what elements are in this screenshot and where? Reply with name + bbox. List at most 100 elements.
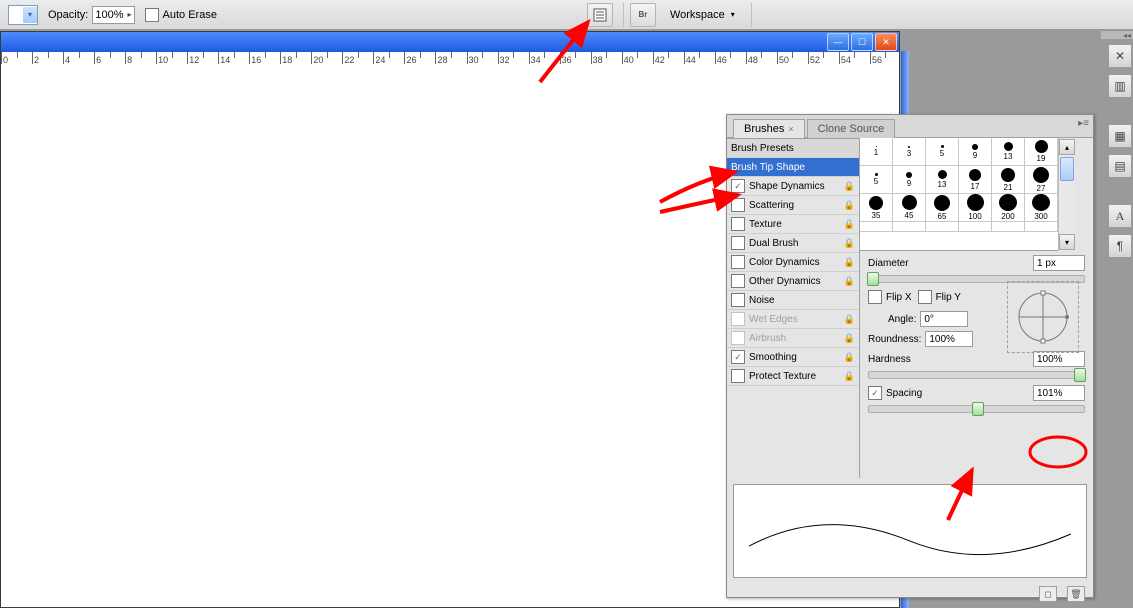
option-shape-dynamics[interactable]: ✓Shape Dynamics🔒 [727,177,859,196]
checkbox[interactable]: ✓ [731,350,745,364]
roundness-input[interactable]: 100% [925,331,973,347]
checkbox[interactable] [731,217,745,231]
flip-y-checkbox[interactable] [918,290,932,304]
brush-preset-combo[interactable]: ▾ [8,5,38,25]
brush-sections: Brush Presets Brush Tip Shape ✓Shape Dyn… [727,138,860,478]
brush-swatch[interactable] [926,222,959,232]
brush-swatch[interactable] [860,222,893,232]
minimize-button[interactable]: — [827,33,849,51]
history-icon[interactable]: ▦ [1108,124,1132,148]
option-wet-edges[interactable]: Wet Edges🔒 [727,310,859,329]
brush-swatch[interactable]: 13 [926,166,959,194]
hardness-input[interactable]: 100% [1033,351,1085,367]
dock: ✕ ▥ ▦ ▤ A ¶ [1107,40,1133,258]
checkbox[interactable]: ✓ [731,179,745,193]
panel-menu-icon[interactable]: ▸≡ [1078,118,1089,129]
option-texture[interactable]: Texture🔒 [727,215,859,234]
trash-icon[interactable]: 🗑 [1067,586,1085,602]
brush-swatch[interactable]: 35 [860,194,893,222]
close-button[interactable]: ✕ [875,33,897,51]
diameter-input[interactable]: 1 px [1033,255,1085,271]
spacing-input[interactable]: 101% [1033,385,1085,401]
brush-grid[interactable]: 135913195913172127354565100200300 [860,138,1058,251]
brush-swatch[interactable]: 300 [1025,194,1058,222]
lock-icon: 🔒 [844,371,855,382]
scroll-down-icon[interactable]: ▾ [1059,234,1075,250]
option-airbrush[interactable]: Airbrush🔒 [727,329,859,348]
lock-icon: 🔒 [844,238,855,249]
option-protect-texture[interactable]: Protect Texture🔒 [727,367,859,386]
flip-x-checkbox[interactable] [868,290,882,304]
window-titlebar[interactable]: — ☐ ✕ [1,32,899,52]
panel-tabs: Brushes× Clone Source ▸≡ [727,115,1093,138]
brush-swatch[interactable]: 17 [959,166,992,194]
auto-erase-checkbox[interactable] [145,8,159,22]
option-color-dynamics[interactable]: Color Dynamics🔒 [727,253,859,272]
brush-swatch[interactable] [893,222,926,232]
spacing-slider[interactable] [868,405,1085,413]
brush-swatch[interactable]: 45 [893,194,926,222]
divider [623,3,624,27]
brush-tip-shape[interactable]: Brush Tip Shape [727,158,859,177]
checkbox[interactable] [731,198,745,212]
option-noise[interactable]: Noise [727,291,859,310]
option-dual-brush[interactable]: Dual Brush🔒 [727,234,859,253]
brushes-panel-toggle-icon[interactable] [587,3,613,27]
scrollbar[interactable]: ▴ ▾ [1058,138,1075,251]
brush-swatch[interactable]: 9 [893,166,926,194]
angle-widget[interactable] [1007,281,1079,353]
close-icon[interactable]: × [788,124,793,134]
checkbox[interactable] [731,331,745,345]
checkbox[interactable] [731,369,745,383]
scroll-up-icon[interactable]: ▴ [1059,139,1075,155]
brush-swatch[interactable]: 21 [992,166,1025,194]
brush-presets-header[interactable]: Brush Presets [727,138,859,158]
hardness-slider[interactable] [868,371,1085,379]
actions-icon[interactable]: ▤ [1108,154,1132,178]
maximize-button[interactable]: ☐ [851,33,873,51]
brush-swatch[interactable]: 65 [926,194,959,222]
checkbox[interactable] [731,255,745,269]
brush-swatch[interactable]: 5 [926,138,959,166]
brush-swatch[interactable]: 13 [992,138,1025,166]
option-scattering[interactable]: Scattering🔒 [727,196,859,215]
workspace-menu[interactable]: Workspace▾ [660,9,745,21]
new-preset-icon[interactable]: ◻ [1039,586,1057,602]
brush-swatch[interactable]: 19 [1025,138,1058,166]
brush-swatch[interactable]: 200 [992,194,1025,222]
lock-icon: 🔒 [844,181,855,192]
tab-brushes[interactable]: Brushes× [733,119,805,138]
checkbox[interactable] [731,312,745,326]
option-other-dynamics[interactable]: Other Dynamics🔒 [727,272,859,291]
lock-icon: 🔒 [844,314,855,325]
checkbox[interactable] [731,236,745,250]
divider [751,3,752,27]
angle-input[interactable]: 0° [920,311,968,327]
brush-swatch[interactable]: 100 [959,194,992,222]
horizontal-ruler[interactable]: 0246810121416182022242628303234363840424… [1,52,899,70]
brush-swatch[interactable]: 5 [860,166,893,194]
dock-collapse[interactable]: ◂◂ [1101,31,1133,39]
checkbox[interactable] [731,293,745,307]
tool-presets-icon[interactable]: ✕ [1108,44,1132,68]
layers-icon[interactable]: ▥ [1108,74,1132,98]
checkbox[interactable] [731,274,745,288]
brush-swatch[interactable]: 9 [959,138,992,166]
brush-swatch[interactable] [992,222,1025,232]
paragraph-icon[interactable]: ¶ [1108,234,1132,258]
bridge-icon[interactable]: Br [630,3,656,27]
brush-swatch[interactable] [1025,222,1058,232]
opacity-input[interactable]: 100%▸ [92,6,134,24]
lock-icon: 🔒 [844,200,855,211]
tab-clone-source[interactable]: Clone Source [807,119,896,138]
brushes-panel: Brushes× Clone Source ▸≡ Brush Presets B… [726,114,1094,598]
character-icon[interactable]: A [1108,204,1132,228]
panel-footer: ◻ 🗑 [727,584,1093,604]
spacing-checkbox[interactable]: ✓ [868,386,882,400]
brush-swatch[interactable]: 27 [1025,166,1058,194]
scroll-thumb[interactable] [1060,157,1074,181]
option-smoothing[interactable]: ✓Smoothing🔒 [727,348,859,367]
brush-swatch[interactable] [959,222,992,232]
brush-swatch[interactable]: 3 [893,138,926,166]
brush-swatch[interactable]: 1 [860,138,893,166]
